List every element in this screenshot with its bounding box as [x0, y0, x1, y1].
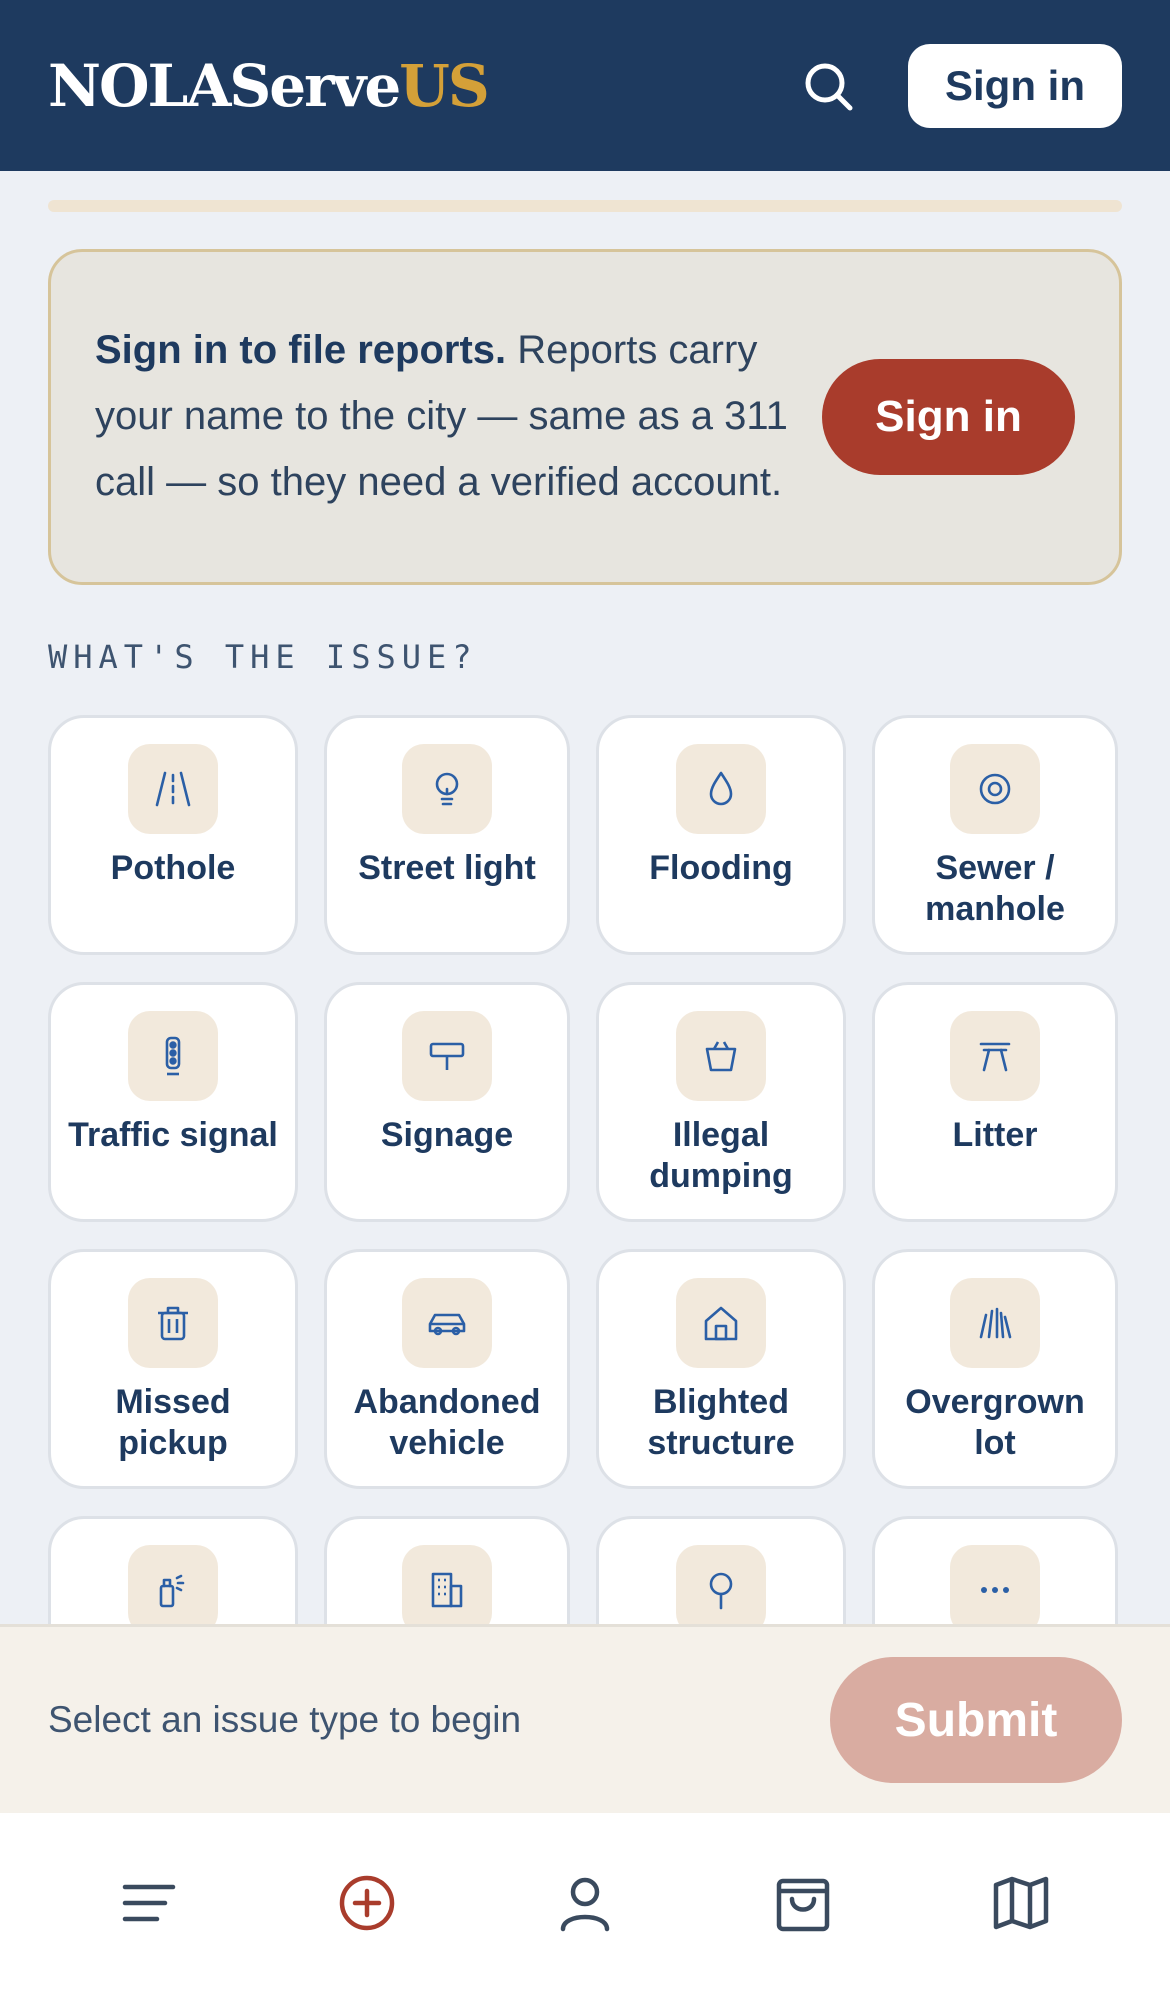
sign-icon [429, 1042, 465, 1070]
icon-box [402, 1545, 492, 1635]
icon-box [128, 1011, 218, 1101]
app-header: NOLAServeUS Sign in [0, 0, 1170, 171]
issue-card-flooding[interactable]: Flooding [596, 715, 846, 955]
notice-text: Sign in to file reports. Reports carry y… [95, 317, 795, 515]
icon-box [676, 744, 766, 834]
app-logo[interactable]: NOLAServeUS [48, 51, 490, 120]
bag-icon [705, 1041, 737, 1072]
issue-card-street-light[interactable]: Street light [324, 715, 570, 955]
signin-notice: Sign in to file reports. Reports carry y… [48, 249, 1122, 585]
logo-accent-text: US [399, 51, 489, 120]
issue-card-litter[interactable]: Litter [872, 982, 1118, 1222]
icon-box [676, 1011, 766, 1101]
issue-card-missed-pickup[interactable]: Missed pickup [48, 1249, 298, 1489]
header-signin-button[interactable]: Sign in [908, 43, 1122, 128]
search-button[interactable] [798, 56, 858, 116]
grass-icon [979, 1307, 1012, 1339]
issue-label: Abandoned vehicle [353, 1383, 541, 1462]
progress-strip [48, 200, 1122, 212]
icon-box [128, 1545, 218, 1635]
issue-label: Street light [358, 849, 536, 887]
icon-box [676, 1545, 766, 1635]
icon-box [402, 1011, 492, 1101]
icon-box [950, 1545, 1040, 1635]
icon-box [950, 1011, 1040, 1101]
logo-main-text: NOLAServe [48, 51, 401, 120]
water-drop-icon [709, 771, 733, 806]
issue-card-overgrown-lot[interactable]: Overgrown lot [872, 1249, 1118, 1489]
issue-card-blighted-structure[interactable]: Blighted structure [596, 1249, 846, 1489]
menu-icon [122, 1884, 176, 1921]
nav-new-report[interactable] [327, 1863, 407, 1943]
issue-card-pothole[interactable]: Pothole [48, 715, 298, 955]
litter-icon [979, 1042, 1011, 1072]
notice-signin-button[interactable]: Sign in [822, 359, 1075, 475]
tree-icon [709, 1572, 733, 1610]
section-label: WHAT'S THE ISSUE? [48, 638, 478, 676]
trash-can-icon [158, 1306, 188, 1341]
map-icon [993, 1876, 1049, 1929]
traffic-light-icon [165, 1036, 181, 1076]
manhole-icon [979, 773, 1011, 805]
spray-can-icon [159, 1574, 185, 1608]
car-icon [428, 1313, 466, 1336]
issue-card-illegal-dumping[interactable]: Illegal dumping [596, 982, 846, 1222]
action-bar: Select an issue type to begin Submit [0, 1624, 1170, 1813]
issue-label: Overgrown lot [905, 1383, 1085, 1462]
nav-menu[interactable] [109, 1863, 189, 1943]
issue-label: Missed pickup [115, 1383, 231, 1462]
issue-label: Blighted structure [647, 1383, 795, 1462]
submit-button[interactable]: Submit [830, 1657, 1122, 1783]
shopping-bag-icon [776, 1878, 830, 1931]
issue-card-traffic-signal[interactable]: Traffic signal [48, 982, 298, 1222]
issue-label: Pothole [110, 849, 236, 887]
building-icon [431, 1572, 463, 1608]
plus-circle-icon [339, 1875, 395, 1930]
issue-card-signage[interactable]: Signage [324, 982, 570, 1222]
action-hint: Select an issue type to begin [48, 1699, 522, 1740]
icon-box [950, 1278, 1040, 1368]
nav-services[interactable] [763, 1863, 843, 1943]
house-icon [704, 1306, 738, 1341]
issue-grid: Pothole Street light Flooding Sewer / ma… [48, 715, 1122, 1756]
issue-label: Traffic signal [68, 1116, 278, 1154]
icon-box [402, 1278, 492, 1368]
issue-label: Sewer / manhole [925, 849, 1065, 928]
icon-box [676, 1278, 766, 1368]
header-actions: Sign in [798, 43, 1122, 128]
search-icon [805, 63, 853, 110]
issue-label: Flooding [649, 849, 793, 887]
icon-box [402, 744, 492, 834]
pothole-icon [155, 771, 191, 807]
notice-bold-text: Sign in to file reports. [95, 328, 507, 372]
icon-box [128, 744, 218, 834]
icon-box [950, 744, 1040, 834]
issue-label: Litter [952, 1116, 1038, 1154]
bottom-nav [0, 1813, 1170, 1992]
more-icon [981, 1587, 1009, 1593]
issue-card-abandoned-vehicle[interactable]: Abandoned vehicle [324, 1249, 570, 1489]
user-icon [560, 1877, 610, 1931]
issue-label: Illegal dumping [649, 1116, 793, 1195]
icon-box [128, 1278, 218, 1368]
issue-card-sewer-manhole[interactable]: Sewer / manhole [872, 715, 1118, 955]
lightbulb-icon [435, 772, 459, 806]
issue-label: Signage [380, 1116, 514, 1154]
nav-profile[interactable] [545, 1863, 625, 1943]
nav-map[interactable] [981, 1863, 1061, 1943]
